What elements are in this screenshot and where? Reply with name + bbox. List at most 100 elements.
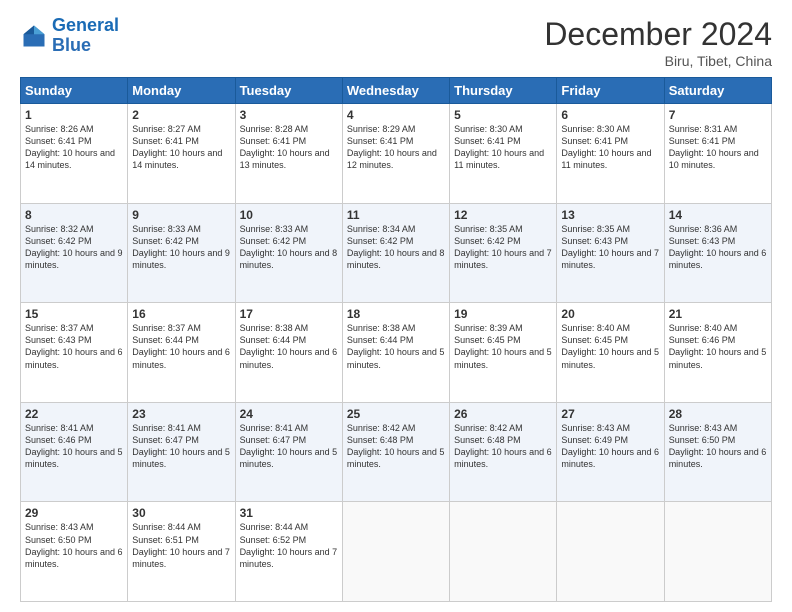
day-info: Sunrise: 8:38 AMSunset: 6:44 PMDaylight:… xyxy=(347,322,445,371)
day-number: 11 xyxy=(347,208,445,222)
table-row: 20Sunrise: 8:40 AMSunset: 6:45 PMDayligh… xyxy=(557,303,664,403)
day-info: Sunrise: 8:33 AMSunset: 6:42 PMDaylight:… xyxy=(132,223,230,272)
table-row: 29Sunrise: 8:43 AMSunset: 6:50 PMDayligh… xyxy=(21,502,128,602)
col-tuesday: Tuesday xyxy=(235,78,342,104)
day-number: 23 xyxy=(132,407,230,421)
table-row: 15Sunrise: 8:37 AMSunset: 6:43 PMDayligh… xyxy=(21,303,128,403)
day-number: 5 xyxy=(454,108,552,122)
day-number: 12 xyxy=(454,208,552,222)
col-thursday: Thursday xyxy=(450,78,557,104)
day-info: Sunrise: 8:42 AMSunset: 6:48 PMDaylight:… xyxy=(347,422,445,471)
table-row: 10Sunrise: 8:33 AMSunset: 6:42 PMDayligh… xyxy=(235,203,342,303)
table-row xyxy=(342,502,449,602)
calendar-row: 1Sunrise: 8:26 AMSunset: 6:41 PMDaylight… xyxy=(21,104,772,204)
table-row: 2Sunrise: 8:27 AMSunset: 6:41 PMDaylight… xyxy=(128,104,235,204)
table-row: 7Sunrise: 8:31 AMSunset: 6:41 PMDaylight… xyxy=(664,104,771,204)
day-number: 30 xyxy=(132,506,230,520)
table-row: 30Sunrise: 8:44 AMSunset: 6:51 PMDayligh… xyxy=(128,502,235,602)
day-number: 27 xyxy=(561,407,659,421)
table-row: 6Sunrise: 8:30 AMSunset: 6:41 PMDaylight… xyxy=(557,104,664,204)
table-row: 4Sunrise: 8:29 AMSunset: 6:41 PMDaylight… xyxy=(342,104,449,204)
day-info: Sunrise: 8:40 AMSunset: 6:46 PMDaylight:… xyxy=(669,322,767,371)
table-row: 23Sunrise: 8:41 AMSunset: 6:47 PMDayligh… xyxy=(128,402,235,502)
calendar-table: Sunday Monday Tuesday Wednesday Thursday… xyxy=(20,77,772,602)
table-row: 14Sunrise: 8:36 AMSunset: 6:43 PMDayligh… xyxy=(664,203,771,303)
table-row xyxy=(450,502,557,602)
col-sunday: Sunday xyxy=(21,78,128,104)
day-info: Sunrise: 8:31 AMSunset: 6:41 PMDaylight:… xyxy=(669,123,767,172)
day-number: 16 xyxy=(132,307,230,321)
table-row: 17Sunrise: 8:38 AMSunset: 6:44 PMDayligh… xyxy=(235,303,342,403)
day-number: 26 xyxy=(454,407,552,421)
col-friday: Friday xyxy=(557,78,664,104)
location: Biru, Tibet, China xyxy=(544,53,772,69)
day-number: 14 xyxy=(669,208,767,222)
table-row: 25Sunrise: 8:42 AMSunset: 6:48 PMDayligh… xyxy=(342,402,449,502)
table-row: 16Sunrise: 8:37 AMSunset: 6:44 PMDayligh… xyxy=(128,303,235,403)
day-number: 8 xyxy=(25,208,123,222)
day-info: Sunrise: 8:38 AMSunset: 6:44 PMDaylight:… xyxy=(240,322,338,371)
table-row: 1Sunrise: 8:26 AMSunset: 6:41 PMDaylight… xyxy=(21,104,128,204)
day-info: Sunrise: 8:33 AMSunset: 6:42 PMDaylight:… xyxy=(240,223,338,272)
col-saturday: Saturday xyxy=(664,78,771,104)
day-info: Sunrise: 8:41 AMSunset: 6:47 PMDaylight:… xyxy=(132,422,230,471)
table-row: 19Sunrise: 8:39 AMSunset: 6:45 PMDayligh… xyxy=(450,303,557,403)
day-number: 3 xyxy=(240,108,338,122)
day-info: Sunrise: 8:35 AMSunset: 6:43 PMDaylight:… xyxy=(561,223,659,272)
header-row: Sunday Monday Tuesday Wednesday Thursday… xyxy=(21,78,772,104)
day-info: Sunrise: 8:36 AMSunset: 6:43 PMDaylight:… xyxy=(669,223,767,272)
day-number: 25 xyxy=(347,407,445,421)
day-number: 20 xyxy=(561,307,659,321)
day-info: Sunrise: 8:39 AMSunset: 6:45 PMDaylight:… xyxy=(454,322,552,371)
day-info: Sunrise: 8:34 AMSunset: 6:42 PMDaylight:… xyxy=(347,223,445,272)
table-row: 8Sunrise: 8:32 AMSunset: 6:42 PMDaylight… xyxy=(21,203,128,303)
day-info: Sunrise: 8:37 AMSunset: 6:44 PMDaylight:… xyxy=(132,322,230,371)
day-number: 10 xyxy=(240,208,338,222)
day-number: 4 xyxy=(347,108,445,122)
table-row: 18Sunrise: 8:38 AMSunset: 6:44 PMDayligh… xyxy=(342,303,449,403)
day-number: 15 xyxy=(25,307,123,321)
title-block: December 2024 Biru, Tibet, China xyxy=(544,16,772,69)
day-info: Sunrise: 8:42 AMSunset: 6:48 PMDaylight:… xyxy=(454,422,552,471)
day-info: Sunrise: 8:32 AMSunset: 6:42 PMDaylight:… xyxy=(25,223,123,272)
table-row: 5Sunrise: 8:30 AMSunset: 6:41 PMDaylight… xyxy=(450,104,557,204)
calendar-row: 8Sunrise: 8:32 AMSunset: 6:42 PMDaylight… xyxy=(21,203,772,303)
logo: General Blue xyxy=(20,16,119,56)
table-row: 24Sunrise: 8:41 AMSunset: 6:47 PMDayligh… xyxy=(235,402,342,502)
table-row: 27Sunrise: 8:43 AMSunset: 6:49 PMDayligh… xyxy=(557,402,664,502)
day-number: 29 xyxy=(25,506,123,520)
logo-icon xyxy=(20,22,48,50)
day-number: 17 xyxy=(240,307,338,321)
day-info: Sunrise: 8:44 AMSunset: 6:52 PMDaylight:… xyxy=(240,521,338,570)
table-row: 22Sunrise: 8:41 AMSunset: 6:46 PMDayligh… xyxy=(21,402,128,502)
day-number: 24 xyxy=(240,407,338,421)
day-number: 1 xyxy=(25,108,123,122)
day-number: 19 xyxy=(454,307,552,321)
table-row: 31Sunrise: 8:44 AMSunset: 6:52 PMDayligh… xyxy=(235,502,342,602)
day-info: Sunrise: 8:35 AMSunset: 6:42 PMDaylight:… xyxy=(454,223,552,272)
month-title: December 2024 xyxy=(544,16,772,53)
table-row: 9Sunrise: 8:33 AMSunset: 6:42 PMDaylight… xyxy=(128,203,235,303)
day-number: 9 xyxy=(132,208,230,222)
table-row: 28Sunrise: 8:43 AMSunset: 6:50 PMDayligh… xyxy=(664,402,771,502)
day-number: 31 xyxy=(240,506,338,520)
day-number: 7 xyxy=(669,108,767,122)
col-wednesday: Wednesday xyxy=(342,78,449,104)
day-number: 28 xyxy=(669,407,767,421)
day-number: 6 xyxy=(561,108,659,122)
day-info: Sunrise: 8:26 AMSunset: 6:41 PMDaylight:… xyxy=(25,123,123,172)
day-info: Sunrise: 8:44 AMSunset: 6:51 PMDaylight:… xyxy=(132,521,230,570)
day-number: 21 xyxy=(669,307,767,321)
logo-general: General xyxy=(52,15,119,35)
table-row: 3Sunrise: 8:28 AMSunset: 6:41 PMDaylight… xyxy=(235,104,342,204)
day-info: Sunrise: 8:43 AMSunset: 6:49 PMDaylight:… xyxy=(561,422,659,471)
table-row: 12Sunrise: 8:35 AMSunset: 6:42 PMDayligh… xyxy=(450,203,557,303)
table-row: 11Sunrise: 8:34 AMSunset: 6:42 PMDayligh… xyxy=(342,203,449,303)
calendar-row: 15Sunrise: 8:37 AMSunset: 6:43 PMDayligh… xyxy=(21,303,772,403)
day-number: 2 xyxy=(132,108,230,122)
day-number: 18 xyxy=(347,307,445,321)
day-info: Sunrise: 8:29 AMSunset: 6:41 PMDaylight:… xyxy=(347,123,445,172)
table-row xyxy=(664,502,771,602)
table-row: 26Sunrise: 8:42 AMSunset: 6:48 PMDayligh… xyxy=(450,402,557,502)
day-info: Sunrise: 8:43 AMSunset: 6:50 PMDaylight:… xyxy=(25,521,123,570)
